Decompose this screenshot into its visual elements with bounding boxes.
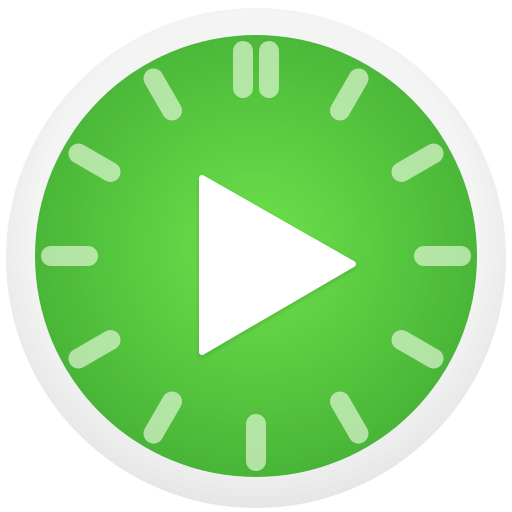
app-icon [0,0,512,512]
timer-play-icon [6,8,506,508]
